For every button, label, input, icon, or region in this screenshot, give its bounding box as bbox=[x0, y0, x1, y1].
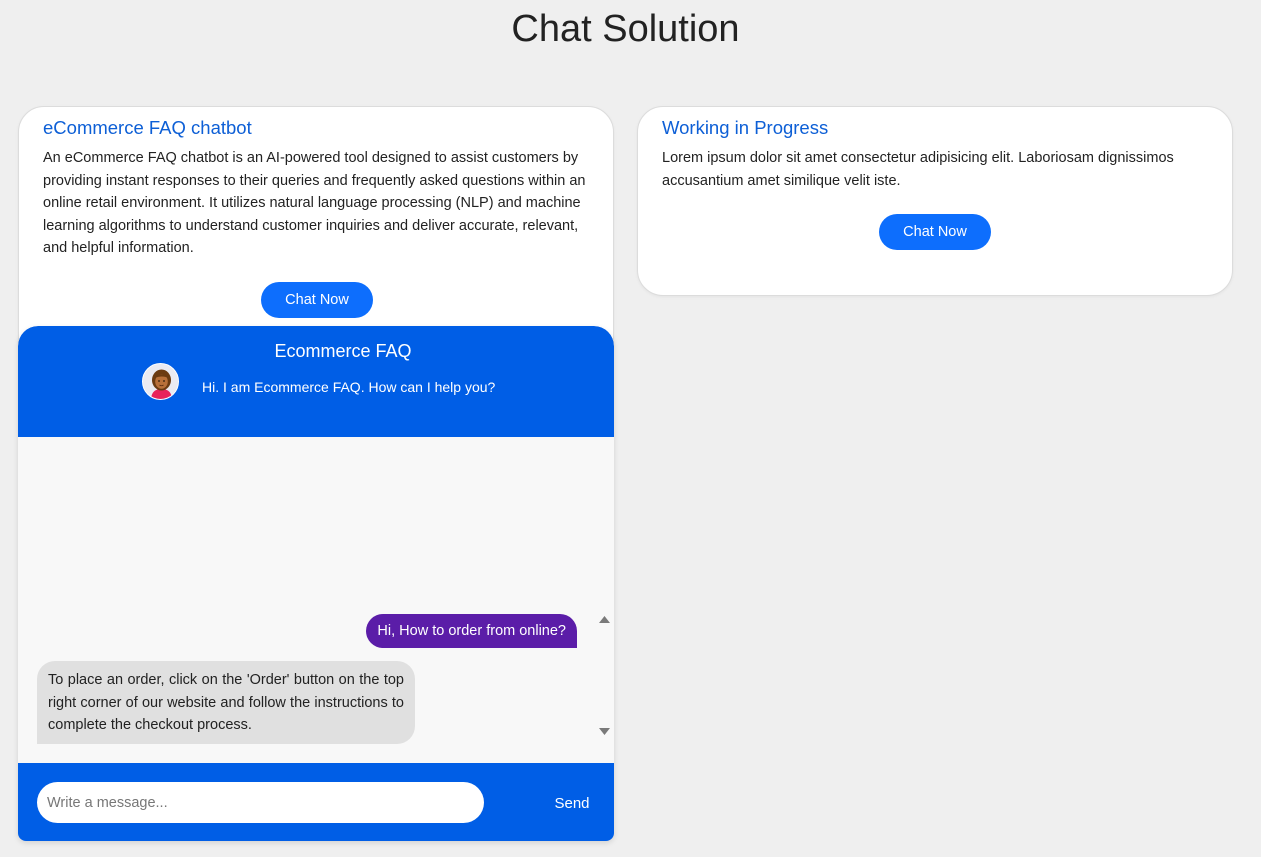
scroll-up-arrow-icon[interactable] bbox=[599, 616, 610, 623]
chat-greeting: Hi. I am Ecommerce FAQ. How can I help y… bbox=[202, 379, 496, 395]
scroll-down-arrow-icon[interactable] bbox=[599, 728, 610, 735]
message-input[interactable] bbox=[37, 782, 484, 823]
chat-footer: Send bbox=[18, 763, 614, 841]
card-description: An eCommerce FAQ chatbot is an AI-powere… bbox=[43, 150, 586, 257]
person-avatar-icon bbox=[142, 363, 179, 400]
user-message: Hi, How to order from online? bbox=[366, 614, 577, 648]
card-title: Working in Progress bbox=[662, 117, 829, 138]
send-button[interactable]: Send bbox=[538, 787, 606, 819]
chat-header-title: Ecommerce FAQ bbox=[274, 341, 412, 361]
bot-message: To place an order, click on the 'Order' … bbox=[37, 661, 415, 744]
chatbox: Ecommerce FAQ Hi. I am Ecommerce FAQ. Ho… bbox=[18, 326, 614, 841]
page-title: Chat Solution bbox=[511, 8, 740, 50]
message-list: Hi, How to order from online? To place a… bbox=[18, 437, 614, 753]
chat-now-button[interactable]: Chat Now bbox=[261, 282, 373, 318]
card-description: Lorem ipsum dolor sit amet consectetur a… bbox=[662, 150, 1174, 189]
card-working-in-progress: Working in Progress Lorem ipsum dolor si… bbox=[637, 106, 1233, 296]
chat-now-button[interactable]: Chat Now bbox=[879, 214, 991, 250]
chat-header: Ecommerce FAQ Hi. I am Ecommerce FAQ. Ho… bbox=[18, 326, 614, 437]
message-scrollbar[interactable] bbox=[595, 607, 614, 751]
card-title: eCommerce FAQ chatbot bbox=[43, 117, 252, 138]
